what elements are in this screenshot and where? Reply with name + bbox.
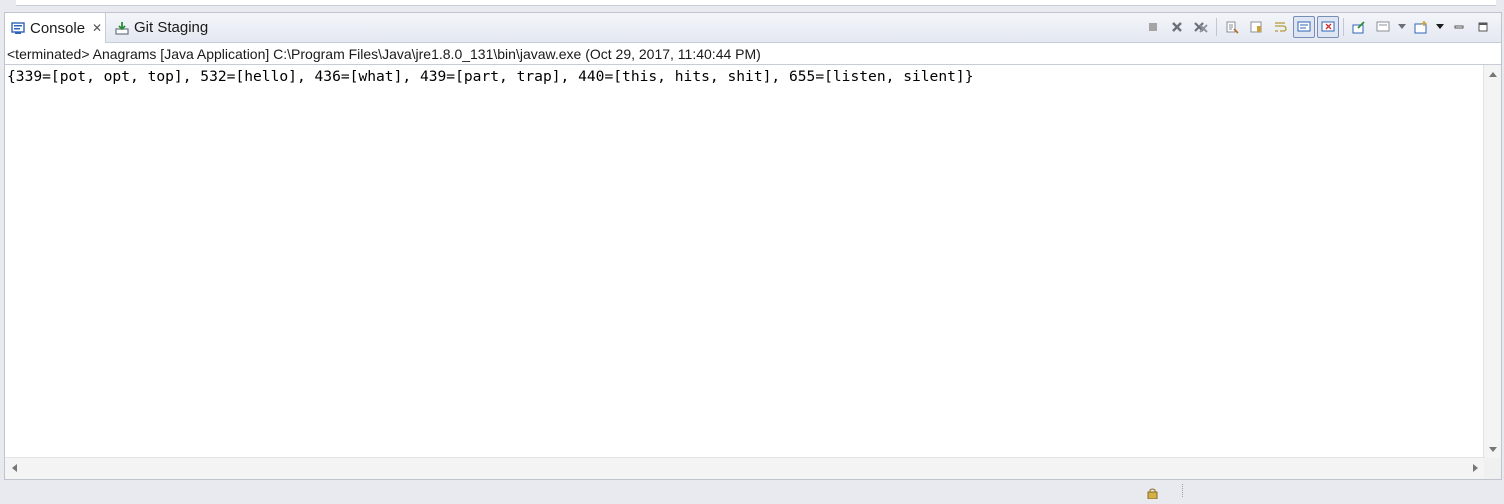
close-tab-icon[interactable]: ✕ — [92, 21, 102, 35]
status-bar — [0, 480, 1504, 500]
divider — [5, 64, 1501, 65]
tab-console[interactable]: Console ✕ — [5, 13, 106, 43]
toolbar-separator — [1343, 18, 1344, 36]
scroll-up-arrow-icon[interactable] — [1489, 72, 1497, 77]
chevron-down-icon[interactable] — [1396, 16, 1408, 38]
tab-git-staging-label: Git Staging — [134, 19, 209, 36]
clear-console-icon[interactable] — [1221, 16, 1243, 38]
display-selected-console-icon[interactable] — [1372, 16, 1394, 38]
maximize-icon[interactable] — [1472, 16, 1494, 38]
lock-icon[interactable] — [1145, 486, 1159, 500]
console-output[interactable]: {339=[pot, opt, top], 532=[hello], 436=[… — [7, 68, 973, 85]
vertical-scrollbar[interactable] — [1483, 65, 1501, 458]
show-on-stderr-icon[interactable] — [1317, 16, 1339, 38]
view-tab-bar: Console ✕ Git Staging — [5, 13, 1501, 43]
console-process-label: <terminated> Anagrams [Java Application]… — [7, 46, 761, 62]
word-wrap-icon[interactable] — [1269, 16, 1291, 38]
open-console-icon[interactable] — [1410, 16, 1432, 38]
tab-git-staging[interactable]: Git Staging — [109, 13, 221, 42]
pin-console-icon[interactable] — [1348, 16, 1370, 38]
scroll-right-arrow-icon[interactable] — [1473, 464, 1478, 472]
scroll-left-arrow-icon[interactable] — [12, 464, 17, 472]
git-staging-icon — [115, 21, 129, 35]
scroll-down-arrow-icon[interactable] — [1489, 447, 1497, 452]
remove-launch-icon[interactable] — [1166, 16, 1188, 38]
remove-all-terminated-icon[interactable] — [1190, 16, 1212, 38]
scroll-lock-icon[interactable] — [1245, 16, 1267, 38]
scrollbar-corner — [1484, 458, 1501, 479]
chevron-down-icon[interactable] — [1434, 16, 1446, 38]
minimize-icon[interactable] — [1448, 16, 1470, 38]
editor-area-edge — [0, 0, 1504, 12]
toolbar-separator — [1216, 18, 1217, 36]
terminate-icon[interactable] — [1142, 16, 1164, 38]
show-on-stdout-icon[interactable] — [1293, 16, 1315, 38]
tab-console-label: Console — [30, 19, 86, 37]
console-view: Console ✕ Git Staging <terminated> Anagr… — [4, 12, 1502, 480]
console-icon — [11, 21, 25, 35]
horizontal-scrollbar[interactable] — [5, 457, 1485, 479]
console-toolbar — [1141, 15, 1495, 39]
status-separator — [1182, 484, 1184, 497]
